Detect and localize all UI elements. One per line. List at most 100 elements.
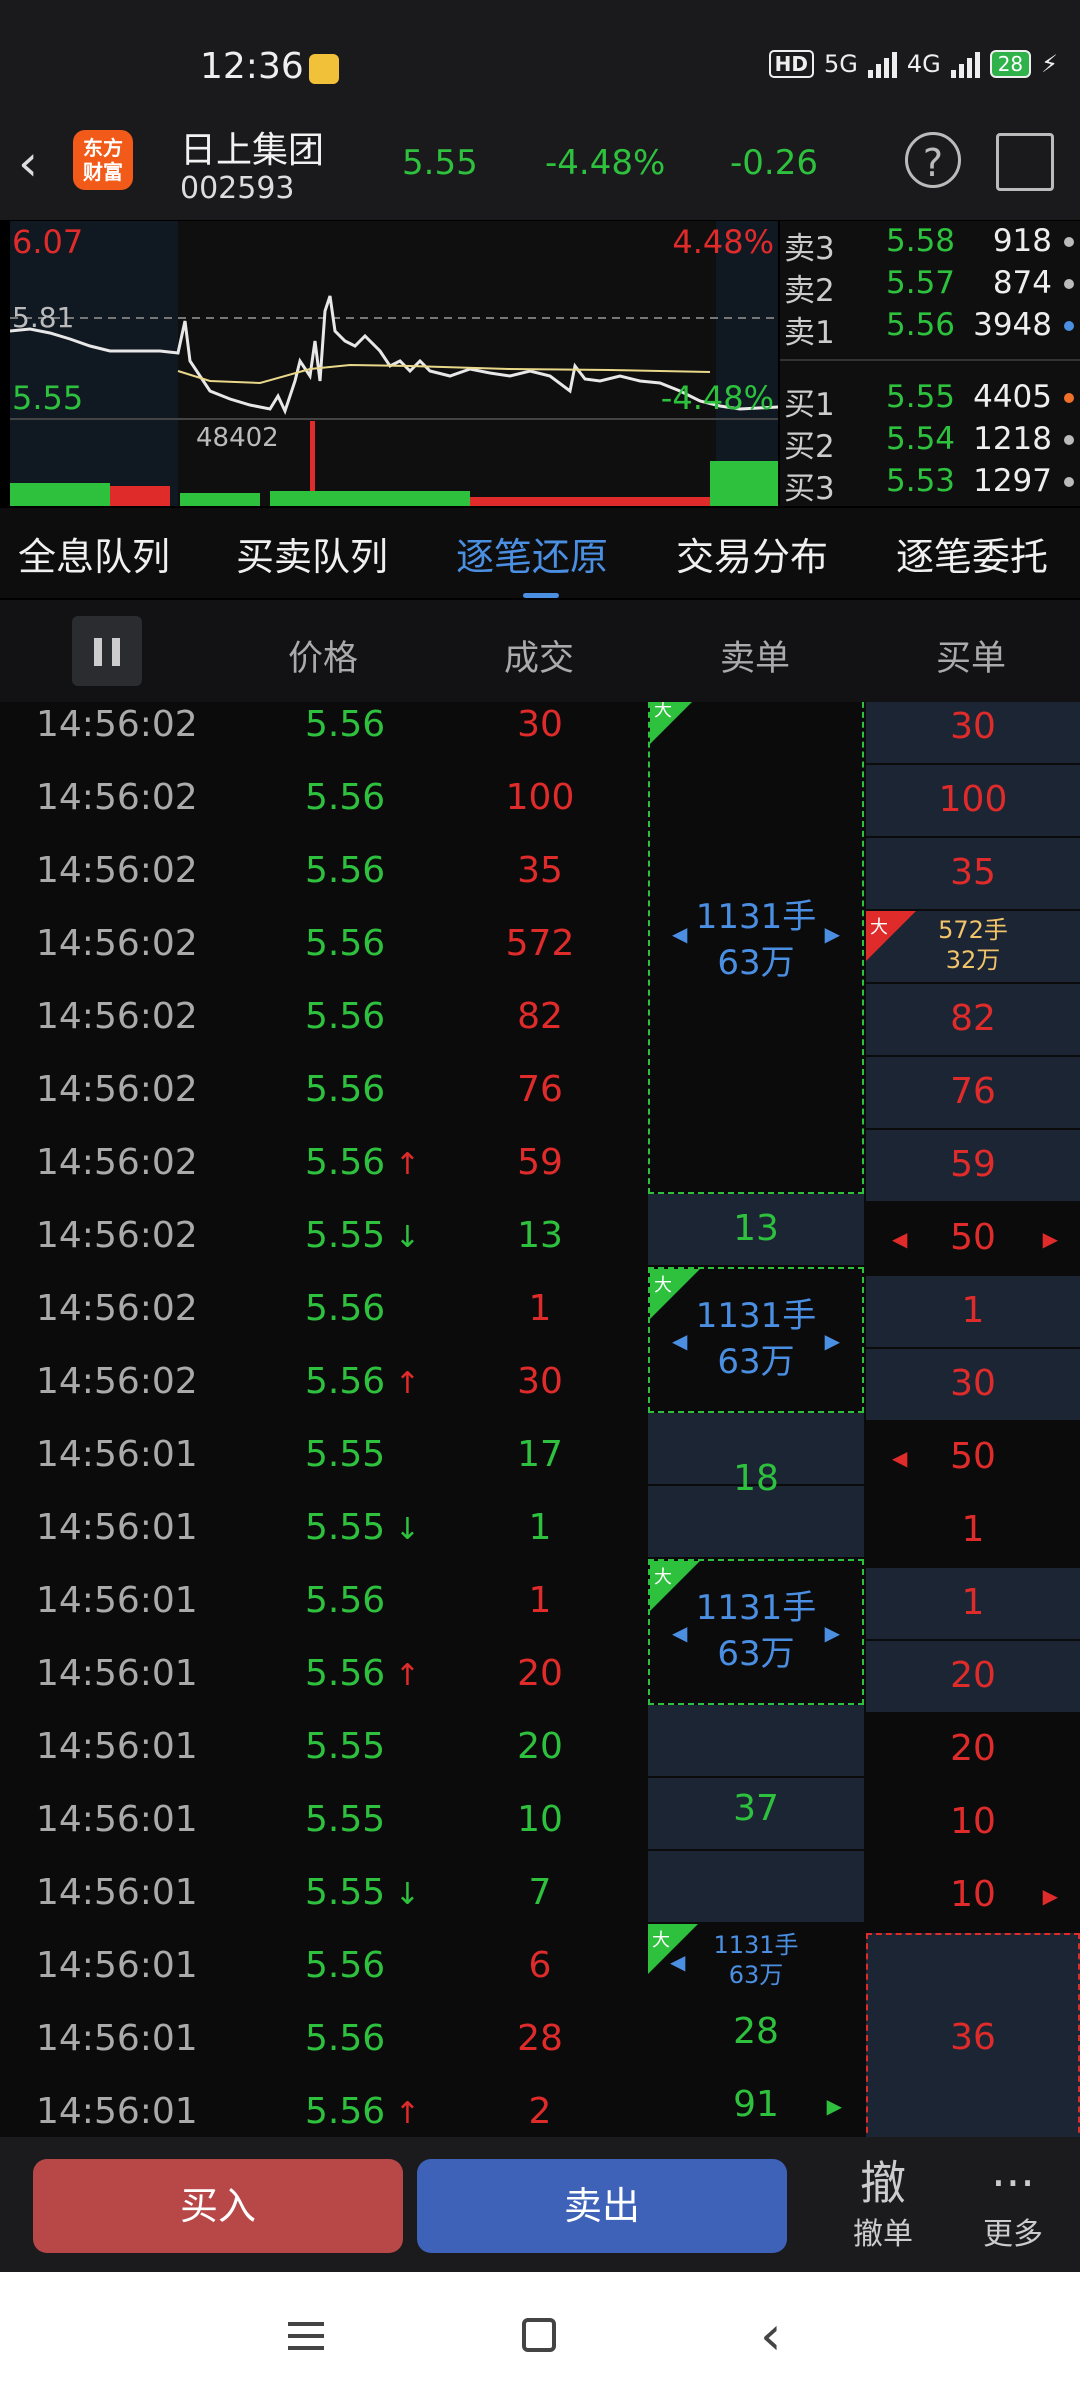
buy-big-amount: 32万 [945, 946, 1001, 974]
row-volume: 20 [517, 1726, 563, 1767]
buy-button[interactable]: 买入 [33, 2159, 403, 2253]
tab-trade-distribution[interactable]: 交易分布 [676, 526, 828, 581]
buy-cell[interactable]: ◀ 50 [866, 1422, 1080, 1495]
row-price: 5.56 ↑ [305, 1653, 420, 1694]
arrow-right-icon: ▶ [1042, 1884, 1058, 1908]
row-time: 14:56:01 [36, 1580, 198, 1621]
sell-cell-value: 13 [733, 1208, 779, 1249]
col-price: 价格 [288, 639, 359, 679]
switch-view-icon[interactable] [996, 133, 1054, 191]
sell-button[interactable]: 卖出 [417, 2159, 787, 2253]
sell-group-1[interactable]: 大 ◀ 1131手 63万 ▶ [648, 702, 864, 1194]
row-price-value: 5.56 [305, 1069, 386, 1110]
buy-cell-value: 20 [950, 1655, 996, 1696]
buy-cell[interactable]: 大 572手 32万 [866, 911, 1080, 984]
buy-cell-value: 82 [950, 998, 996, 1039]
sell-cell [648, 1705, 864, 1778]
arrow-up-icon: ↑ [385, 1366, 420, 1401]
current-price: 5.55 [402, 143, 478, 183]
quote-volume: 3948 [973, 307, 1052, 343]
row-price-value: 5.56 [305, 1580, 386, 1621]
intraday-chart[interactable]: 6.07 4.48% 5.81 5.55 -4.48% 48402 [10, 221, 778, 506]
row-volume: 59 [517, 1142, 563, 1183]
chart-high-pct: 4.48% [672, 223, 774, 261]
buy-cell: 76 [866, 1057, 1080, 1130]
buy-cell-value: 1 [961, 1509, 985, 1550]
sell-group-2[interactable]: 大 ◀ 1131手 63万 ▶ [648, 1267, 864, 1413]
row-price-value: 5.56 [305, 1945, 386, 1986]
pause-button[interactable] [72, 616, 142, 686]
quote-volume: 918 [992, 223, 1052, 259]
buy-cell[interactable]: ◀ 50 ▶ [866, 1203, 1080, 1276]
table-row: 14:56:01 5.56 ↑ 20 [0, 1641, 640, 1714]
quote-dot [1064, 237, 1074, 247]
arrow-right-icon: ▶ [824, 1329, 840, 1353]
chart-volume: 48402 [196, 423, 279, 453]
table-row: 14:56:01 5.55 ↓ 7 [0, 1860, 640, 1933]
sell-order-amount: 63万 [728, 1961, 784, 1989]
row-volume: 76 [517, 1069, 563, 1110]
buy-big-lots: 572手 [938, 916, 1008, 944]
quote-label: 买2 [784, 429, 835, 465]
buy-group-red[interactable]: 36 [866, 1933, 1080, 2137]
tab-bid-ask-queue[interactable]: 买卖队列 [236, 526, 388, 581]
row-volume: 572 [505, 923, 575, 964]
row-volume: 6 [528, 1945, 552, 1986]
tab-tick-restore[interactable]: 逐笔还原 [456, 526, 608, 581]
col-deal: 成交 [504, 639, 575, 679]
app-logo: 东方 财富 [73, 130, 133, 190]
row-volume: 100 [505, 777, 575, 818]
more-button[interactable]: ··· 更多 [958, 2157, 1068, 2253]
arrow-down-icon: ↓ [385, 1512, 420, 1547]
quote-row: 买2 5.54 1218 [780, 421, 1080, 465]
quote-dot [1064, 279, 1074, 289]
home-icon[interactable] [522, 2318, 556, 2352]
buy-cell: 10 [866, 1787, 1080, 1860]
status-bar: 12:36 HD 5G 4G 28 ⚡ [0, 0, 1080, 115]
row-price: 5.55 ↓ [305, 1215, 420, 1256]
menu-icon[interactable] [288, 2322, 324, 2350]
sell-cell: 13 [648, 1194, 864, 1267]
cancel-order-button[interactable]: 撤 撤单 [828, 2157, 938, 2253]
row-price: 5.56 ↑ [305, 1361, 420, 1402]
row-time: 14:56:02 [36, 850, 198, 891]
row-price-value: 5.55 [305, 1799, 386, 1840]
help-icon[interactable]: ? [905, 132, 961, 188]
row-price-value: 5.56 [305, 996, 386, 1037]
row-time: 14:56:02 [36, 777, 198, 818]
arrow-right-icon: ▶ [1042, 1227, 1058, 1251]
row-price: 5.56 [305, 1069, 385, 1110]
row-price: 5.56 [305, 704, 385, 745]
table-row: 14:56:01 5.56 28 [0, 2006, 640, 2079]
row-price-value: 5.56 [305, 2091, 386, 2132]
chart-low: 5.55 [12, 379, 84, 417]
back-arrow-icon[interactable]: ‹ [18, 133, 58, 193]
chart-ref: 5.81 [12, 301, 75, 334]
buy-cell-value: 30 [950, 706, 996, 747]
back-icon[interactable]: ‹ [760, 2304, 782, 2367]
tab-full-queue[interactable]: 全息队列 [18, 526, 170, 581]
sell-group-3[interactable]: 大 ◀ 1131手 63万 ▶ [648, 1559, 864, 1705]
quote-price: 5.56 [886, 307, 956, 343]
buy-cell: 35 [866, 838, 1080, 911]
row-volume: 1 [528, 1288, 552, 1329]
quote-label: 买1 [784, 387, 835, 423]
arrow-right-icon: ▶ [826, 2094, 842, 2118]
more-icon: ··· [991, 2156, 1035, 2210]
row-time: 14:56:02 [36, 1288, 198, 1329]
tab-tick-orders[interactable]: 逐笔委托 [896, 526, 1048, 581]
table-row: 14:56:02 5.56 ↑ 59 [0, 1130, 640, 1203]
row-volume: 30 [517, 704, 563, 745]
stock-name: 日上集团 [180, 130, 325, 171]
status-icons: HD 5G 4G 28 ⚡ [768, 50, 1058, 78]
row-price: 5.56 [305, 923, 385, 964]
sell-cell-value: 37 [733, 1788, 779, 1829]
quote-label: 卖1 [784, 315, 835, 351]
buy-cell-value: 20 [950, 1728, 996, 1769]
sell-order-lots: 1131手 [713, 1931, 799, 1959]
sell-cell: 91 ▶ [648, 2070, 864, 2137]
row-time: 14:56:01 [36, 2018, 198, 2059]
quote-row: 卖2 5.57 874 [780, 265, 1080, 309]
tick-list[interactable]: 14:56:02 5.56 30 14:56:02 5.56 100 14:56:02 5.5… [0, 702, 1080, 2137]
more-label: 更多 [983, 2217, 1043, 2252]
